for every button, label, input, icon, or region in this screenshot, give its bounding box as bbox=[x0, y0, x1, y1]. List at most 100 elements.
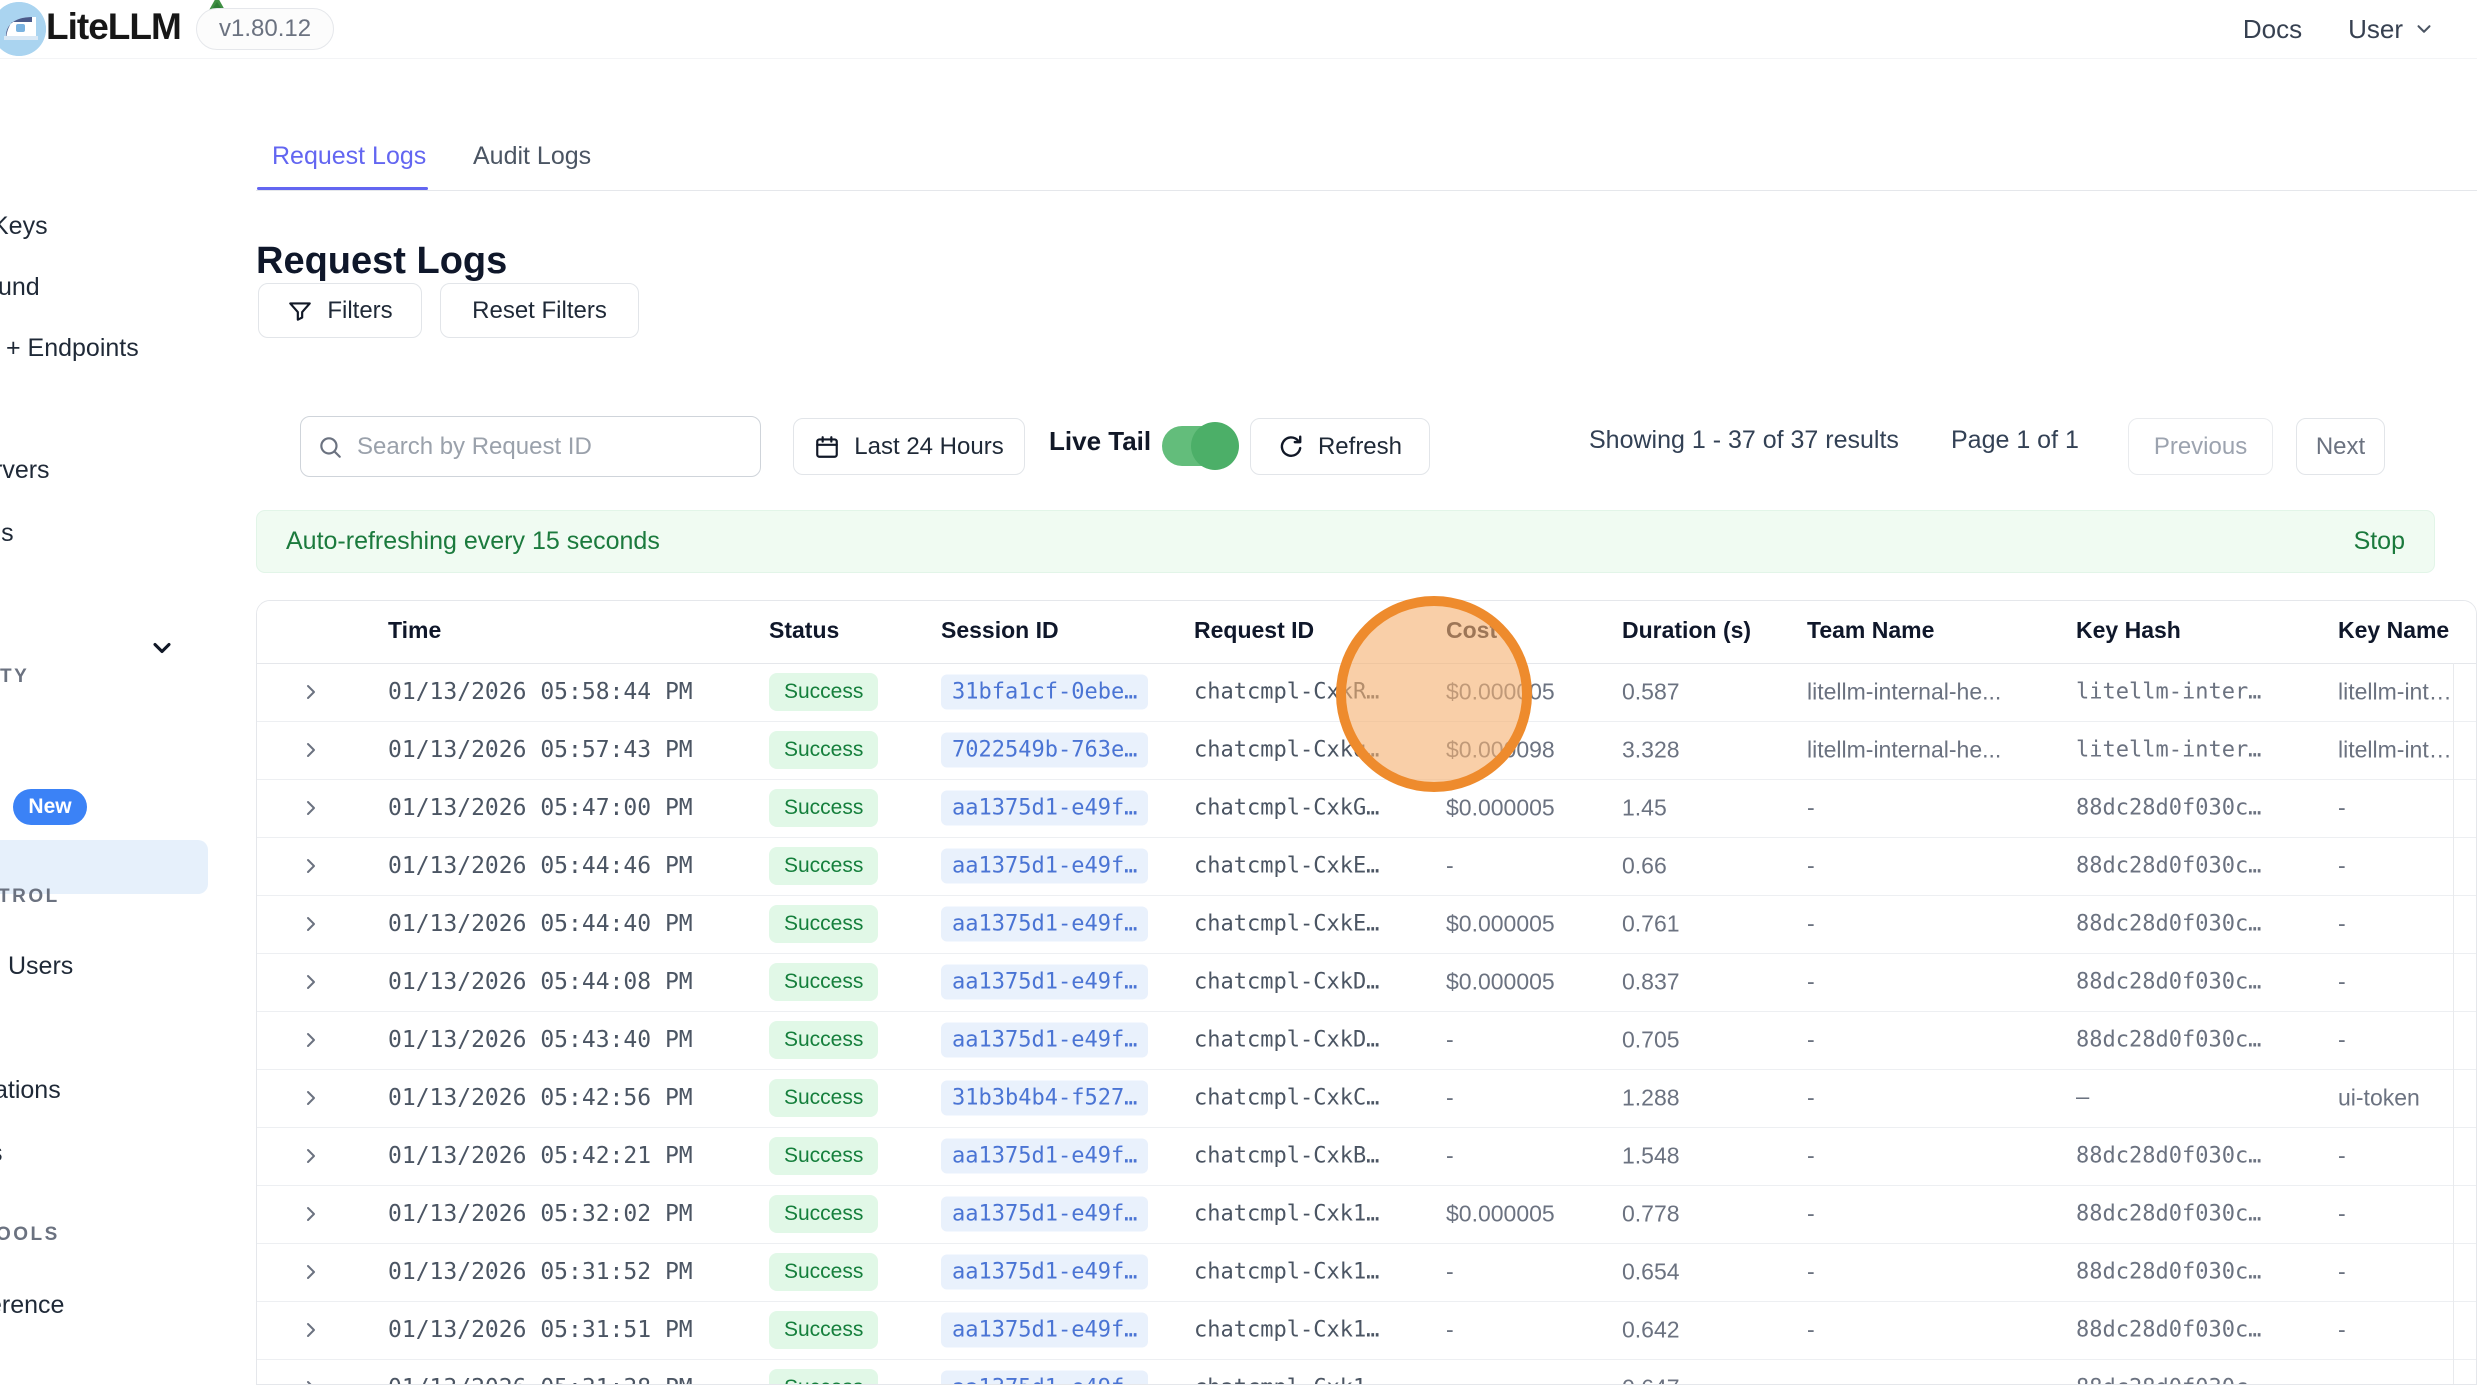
cell-request-id: chatcmpl-Cxk1… bbox=[1194, 1376, 1379, 1385]
next-page-button[interactable]: Next bbox=[2296, 418, 2385, 475]
cell-key-name: - bbox=[2338, 1317, 2346, 1344]
live-tail-toggle-knob bbox=[1191, 422, 1239, 470]
sidebar-section-observability: TY bbox=[0, 666, 29, 688]
sidebar-item-keys[interactable]: Keys bbox=[0, 212, 48, 241]
session-id-link[interactable]: aa1375d1-e49f… bbox=[941, 907, 1148, 942]
funnel-icon bbox=[287, 298, 313, 324]
session-id-link[interactable]: aa1375d1-e49f… bbox=[941, 849, 1148, 884]
sidebar-item-organizations[interactable]: ations bbox=[0, 1076, 61, 1105]
col-header-cost: Cost bbox=[1446, 617, 1497, 644]
session-id-link[interactable]: aa1375d1-e49f… bbox=[941, 1197, 1148, 1232]
cell-key-hash: 88dc28d0f030c… bbox=[2076, 854, 2261, 879]
reset-filters-button[interactable]: Reset Filters bbox=[440, 283, 639, 338]
cell-time: 01/13/2026 05:32:02 PM bbox=[388, 1201, 693, 1227]
sidebar-item-playground[interactable]: und bbox=[0, 273, 40, 302]
row-expand-chevron-icon[interactable] bbox=[299, 1086, 323, 1110]
sidebar-item-api-reference[interactable]: erence bbox=[0, 1291, 64, 1320]
sidebar-collapse-chevron-icon[interactable] bbox=[148, 634, 176, 667]
cell-duration: 0.66 bbox=[1622, 853, 1667, 880]
session-id-link[interactable]: 31bfa1cf-0ebe… bbox=[941, 675, 1148, 710]
cell-request-id: chatcmpl-CxkB… bbox=[1194, 1144, 1379, 1169]
col-header-time: Time bbox=[388, 617, 441, 644]
session-id-link[interactable]: 31b3b4b4-f527… bbox=[941, 1081, 1148, 1116]
row-expand-chevron-icon[interactable] bbox=[299, 912, 323, 936]
stop-auto-refresh-link[interactable]: Stop bbox=[2354, 527, 2405, 556]
cell-key-hash: 88dc28d0f030c… bbox=[2076, 912, 2261, 937]
date-range-button[interactable]: Last 24 Hours bbox=[793, 418, 1025, 475]
row-expand-chevron-icon[interactable] bbox=[299, 1376, 323, 1385]
row-expand-chevron-icon[interactable] bbox=[299, 1144, 323, 1168]
cell-cost: - bbox=[1446, 1027, 1454, 1054]
sidebar-item-servers[interactable]: rvers bbox=[0, 456, 50, 485]
search-input-wrapper bbox=[300, 416, 761, 477]
row-expand-chevron-icon[interactable] bbox=[299, 796, 323, 820]
cell-key-name: - bbox=[2338, 853, 2346, 880]
session-id-link[interactable]: 7022549b-763e… bbox=[941, 733, 1148, 768]
session-id-link[interactable]: aa1375d1-e49f… bbox=[941, 1023, 1148, 1058]
cell-request-id: chatcmpl-CxkE… bbox=[1194, 912, 1379, 937]
row-expand-chevron-icon[interactable] bbox=[299, 1202, 323, 1226]
cell-cost: - bbox=[1446, 1143, 1454, 1170]
row-expand-chevron-icon[interactable] bbox=[299, 1318, 323, 1342]
docs-link[interactable]: Docs bbox=[2243, 14, 2302, 45]
previous-page-button[interactable]: Previous bbox=[2128, 418, 2273, 475]
sidebar-item-models-endpoints[interactable]: + Endpoints bbox=[6, 334, 139, 363]
cell-key-name: litellm-int… bbox=[2338, 679, 2452, 706]
cell-key-name: - bbox=[2338, 1375, 2346, 1385]
filters-button[interactable]: Filters bbox=[258, 283, 422, 338]
cell-key-hash: 88dc28d0f030c… bbox=[2076, 1376, 2261, 1385]
row-expand-chevron-icon[interactable] bbox=[299, 738, 323, 762]
cell-key-name: - bbox=[2338, 1143, 2346, 1170]
cell-request-id: chatcmpl-CxkG… bbox=[1194, 796, 1379, 821]
table-row: 01/13/2026 05:42:21 PMSuccessaa1375d1-e4… bbox=[257, 1127, 2477, 1186]
logs-table-body: 01/13/2026 05:58:44 PMSuccess31bfa1cf-0e… bbox=[257, 663, 2477, 1385]
new-badge: New bbox=[13, 789, 87, 825]
cell-cost: $0.000005 bbox=[1446, 911, 1555, 938]
cell-team-name: - bbox=[1807, 969, 1815, 996]
session-id-link[interactable]: aa1375d1-e49f… bbox=[941, 965, 1148, 1000]
row-expand-chevron-icon[interactable] bbox=[299, 854, 323, 878]
cell-duration: 0.647 bbox=[1622, 1375, 1680, 1385]
litellm-logo-train-icon bbox=[0, 2, 46, 56]
status-badge: Success bbox=[769, 731, 878, 769]
session-id-link[interactable]: aa1375d1-e49f… bbox=[941, 791, 1148, 826]
session-id-link[interactable]: aa1375d1-e49f… bbox=[941, 1255, 1148, 1290]
sidebar-item-guardrails[interactable]: ils bbox=[0, 519, 14, 548]
cell-duration: 0.778 bbox=[1622, 1201, 1680, 1228]
sidebar-item-users[interactable]: Users bbox=[8, 952, 73, 981]
row-expand-chevron-icon[interactable] bbox=[299, 1028, 323, 1052]
table-row: 01/13/2026 05:32:02 PMSuccessaa1375d1-e4… bbox=[257, 1185, 2477, 1244]
cell-request-id: chatcmpl-Cxkq… bbox=[1194, 738, 1379, 763]
table-right-divider bbox=[2453, 663, 2454, 1385]
user-menu-label: User bbox=[2348, 14, 2403, 45]
status-badge: Success bbox=[769, 1311, 878, 1349]
cell-key-hash: litellm-inter… bbox=[2076, 738, 2261, 763]
tab-request-logs[interactable]: Request Logs bbox=[272, 142, 426, 171]
cell-key-name: - bbox=[2338, 795, 2346, 822]
search-input[interactable] bbox=[355, 432, 744, 462]
top-bar: LiteLLM v1.80.12 Docs User bbox=[0, 0, 2477, 59]
live-tail-toggle[interactable] bbox=[1162, 426, 1236, 466]
cell-duration: 1.288 bbox=[1622, 1085, 1680, 1112]
col-header-key-hash: Key Hash bbox=[2076, 617, 2181, 644]
user-menu[interactable]: User bbox=[2348, 14, 2435, 45]
cell-team-name: - bbox=[1807, 1259, 1815, 1286]
row-expand-chevron-icon[interactable] bbox=[299, 1260, 323, 1284]
cell-key-hash: 88dc28d0f030c… bbox=[2076, 1028, 2261, 1053]
cell-request-id: chatcmpl-Cxk1… bbox=[1194, 1202, 1379, 1227]
cell-key-hash: 88dc28d0f030c… bbox=[2076, 796, 2261, 821]
row-expand-chevron-icon[interactable] bbox=[299, 970, 323, 994]
session-id-link[interactable]: aa1375d1-e49f… bbox=[941, 1371, 1148, 1385]
cell-time: 01/13/2026 05:44:46 PM bbox=[388, 853, 693, 879]
tab-audit-logs[interactable]: Audit Logs bbox=[473, 142, 591, 171]
session-id-link[interactable]: aa1375d1-e49f… bbox=[941, 1313, 1148, 1348]
page-title: Request Logs bbox=[256, 240, 507, 283]
status-badge: Success bbox=[769, 1369, 878, 1385]
row-expand-chevron-icon[interactable] bbox=[299, 680, 323, 704]
refresh-button[interactable]: Refresh bbox=[1250, 418, 1430, 475]
table-row: 01/13/2026 05:47:00 PMSuccessaa1375d1-e4… bbox=[257, 779, 2477, 838]
sidebar-item-teams[interactable]: s bbox=[0, 1139, 3, 1168]
previous-page-label: Previous bbox=[2154, 433, 2247, 461]
cell-duration: 0.642 bbox=[1622, 1317, 1680, 1344]
session-id-link[interactable]: aa1375d1-e49f… bbox=[941, 1139, 1148, 1174]
